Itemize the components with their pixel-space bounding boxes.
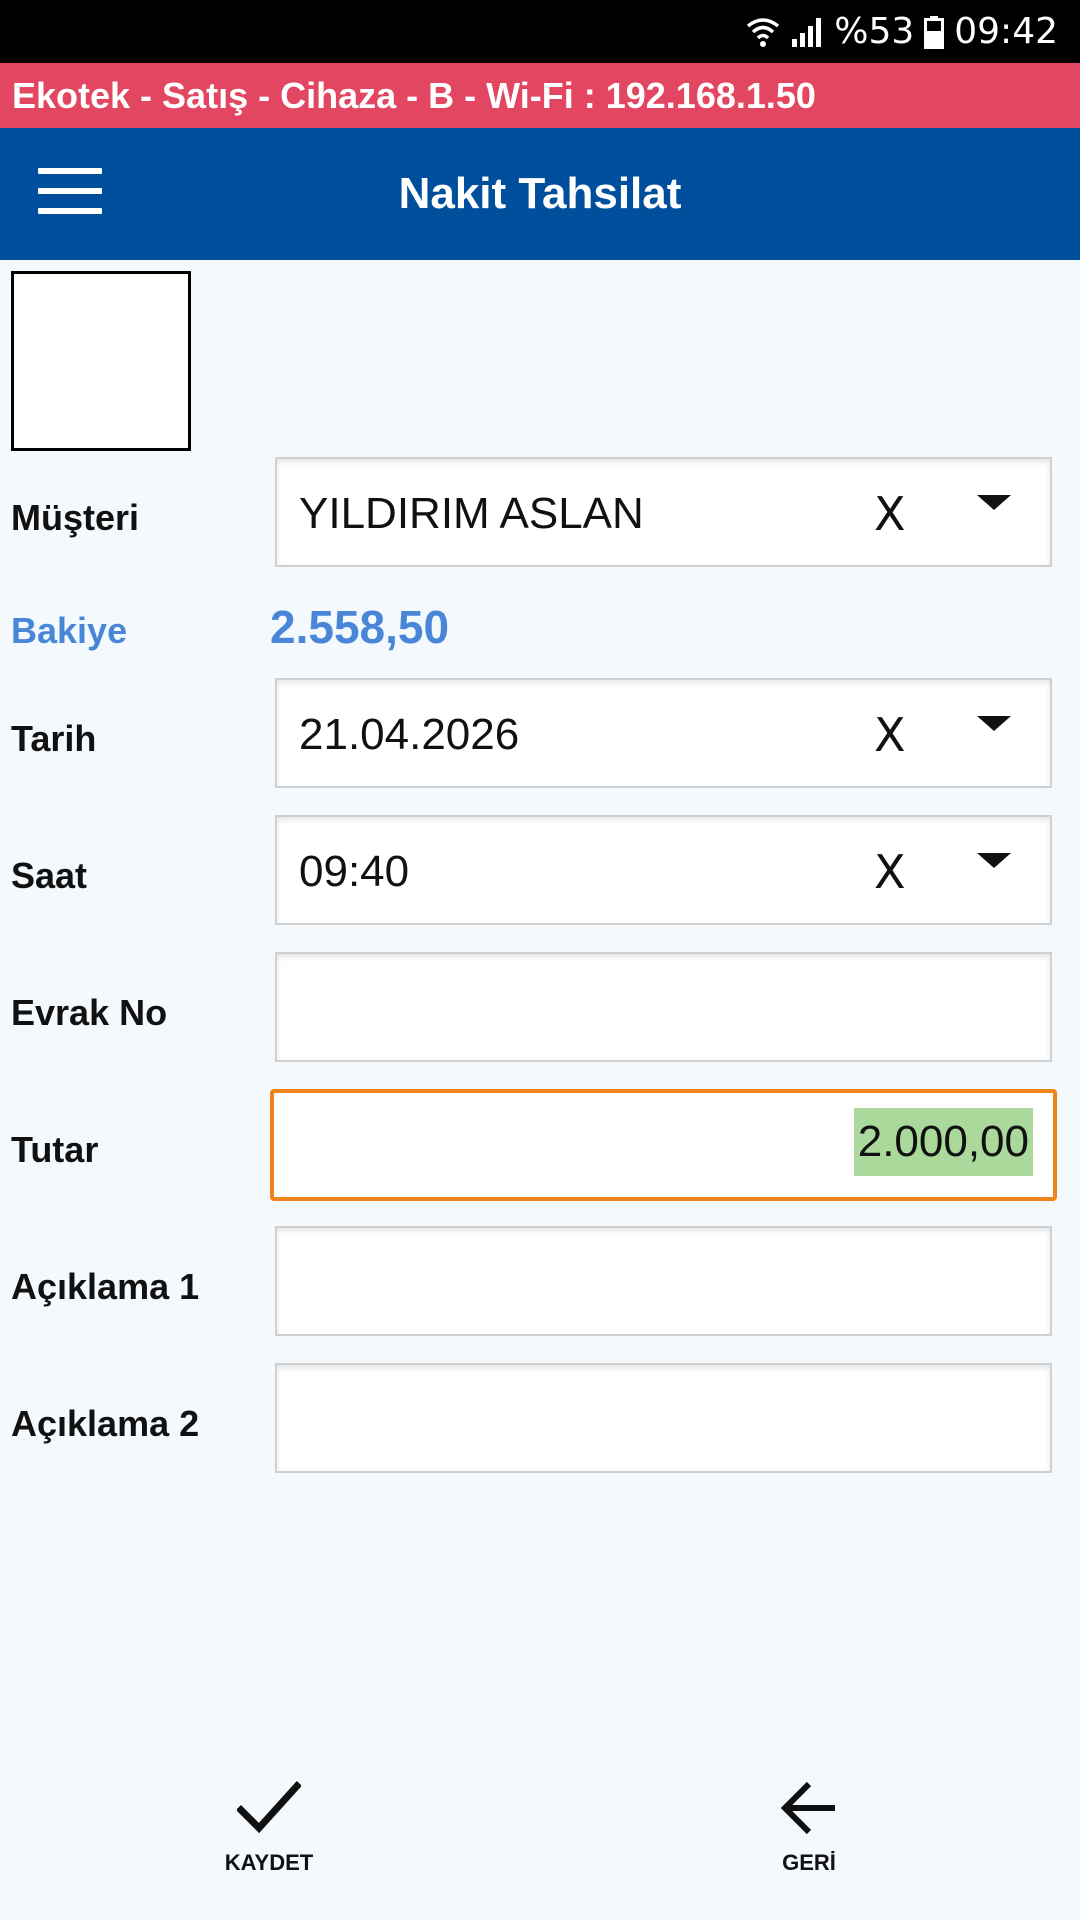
- note1-input[interactable]: [275, 1226, 1052, 1336]
- save-button[interactable]: KAYDET: [189, 1780, 349, 1900]
- document-no-label: Evrak No: [11, 992, 168, 1033]
- wifi-icon: [746, 15, 780, 49]
- time-clear-button[interactable]: X: [874, 845, 906, 899]
- dropdown-arrow-icon[interactable]: [977, 495, 1011, 510]
- customer-select[interactable]: YILDIRIM ASLAN X: [275, 457, 1052, 567]
- note2-label: Açıklama 2: [11, 1403, 200, 1444]
- date-clear-button[interactable]: X: [874, 708, 906, 762]
- balance-label: Bakiye: [11, 610, 128, 651]
- save-label: KAYDET: [224, 1850, 314, 1875]
- time-label: Saat: [11, 855, 88, 896]
- photo-placeholder[interactable]: [11, 271, 191, 451]
- status-icons: %53 09:42: [746, 0, 1058, 63]
- checkmark-icon: [189, 1780, 349, 1836]
- customer-clear-button[interactable]: X: [874, 487, 906, 541]
- date-label: Tarih: [11, 718, 97, 759]
- balance-value: 2.558,50: [270, 601, 450, 653]
- time-picker[interactable]: 09:40 X: [275, 815, 1052, 925]
- date-picker[interactable]: 21.04.2026 X: [275, 678, 1052, 788]
- note2-input[interactable]: [275, 1363, 1052, 1473]
- document-no-input[interactable]: [275, 952, 1052, 1062]
- customer-value: YILDIRIM ASLAN: [299, 489, 644, 538]
- page-title: Nakit Tahsilat: [398, 169, 682, 218]
- amount-value: 2.000,00: [853, 1108, 1033, 1176]
- battery-percent: %53: [834, 11, 915, 52]
- time-value: 09:40: [299, 847, 410, 896]
- customer-label: Müşteri: [11, 497, 140, 538]
- connection-info-bar: Ekotek - Satış - Cihaza - B - Wi-Fi : 19…: [0, 63, 1080, 128]
- amount-input[interactable]: 2.000,00: [270, 1089, 1057, 1201]
- clock: 09:42: [954, 11, 1058, 52]
- connection-info-text: Ekotek - Satış - Cihaza - B - Wi-Fi : 19…: [12, 75, 816, 116]
- app-bar: Nakit Tahsilat: [0, 128, 1080, 260]
- back-label: GERİ: [782, 1850, 836, 1875]
- back-button[interactable]: GERİ: [729, 1780, 889, 1900]
- date-value: 21.04.2026: [299, 710, 520, 759]
- note1-label: Açıklama 1: [11, 1266, 200, 1307]
- status-bar: %53 09:42: [0, 0, 1080, 63]
- battery-icon: [924, 15, 945, 49]
- amount-label: Tutar: [11, 1129, 99, 1170]
- arrow-left-icon: [729, 1780, 889, 1836]
- cellular-signal-icon: [790, 15, 824, 49]
- dropdown-arrow-icon[interactable]: [977, 853, 1011, 868]
- dropdown-arrow-icon[interactable]: [977, 716, 1011, 731]
